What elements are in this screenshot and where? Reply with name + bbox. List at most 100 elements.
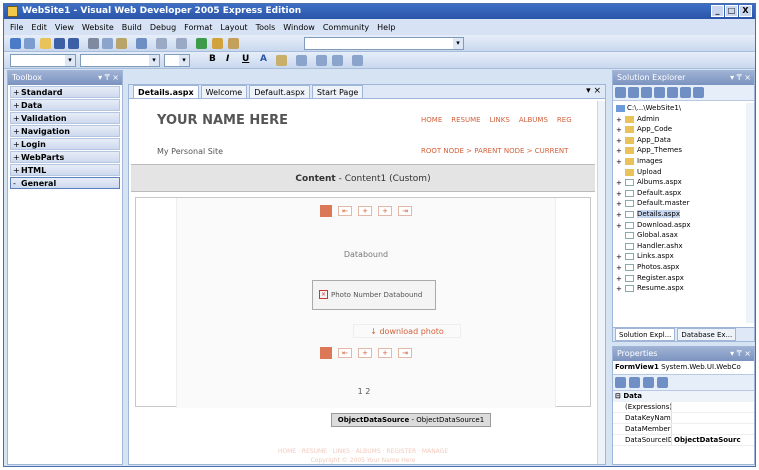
pin-close-icons[interactable]: ▾ ₸ × xyxy=(730,71,751,85)
first-page-icon[interactable]: ⇤ xyxy=(338,348,352,358)
menu-website[interactable]: Website xyxy=(82,23,114,32)
tree-item-register-aspx[interactable]: + Register.aspx xyxy=(613,273,748,284)
last-page-icon[interactable]: ⇥ xyxy=(398,206,412,216)
toolbox-group-validation[interactable]: +Validation xyxy=(10,112,120,124)
pin-close-icons[interactable]: ▾ ₸ × xyxy=(730,347,751,361)
open-icon[interactable] xyxy=(40,38,51,49)
toolbox-icon[interactable] xyxy=(228,38,239,49)
font-color-button[interactable]: A xyxy=(260,54,267,64)
tree-item-default-master[interactable]: + Default.master xyxy=(613,198,748,209)
hyperlink-icon[interactable] xyxy=(352,55,363,66)
download-photo-link[interactable]: ↓ download photo xyxy=(353,324,461,338)
bold-button[interactable]: B xyxy=(209,54,216,64)
tree-item-app-data[interactable]: + App_Data xyxy=(613,135,748,146)
tree-item-default-aspx[interactable]: + Default.aspx xyxy=(613,188,748,199)
numbered-list-icon[interactable] xyxy=(316,55,327,66)
toolbox-group-login[interactable]: +Login xyxy=(10,138,120,150)
new-project-icon[interactable] xyxy=(24,38,35,49)
prev-page-icon[interactable]: + xyxy=(358,206,372,216)
alphabetical-icon[interactable] xyxy=(629,377,640,388)
close-button[interactable]: X xyxy=(739,5,752,17)
bulleted-list-icon[interactable] xyxy=(332,55,343,66)
property-row[interactable]: DataKeyName: xyxy=(613,413,754,424)
tree-item-details-aspx[interactable]: + Details.aspx xyxy=(613,209,748,220)
tree-item-resume-aspx[interactable]: + Resume.aspx xyxy=(613,283,748,294)
nav-home[interactable]: HOME xyxy=(421,116,442,124)
tree-item-app-code[interactable]: + App_Code xyxy=(613,124,748,135)
events-icon[interactable] xyxy=(657,377,668,388)
solution-explorer-scrollbar[interactable] xyxy=(746,103,754,323)
navigate-icon[interactable] xyxy=(176,38,187,49)
tab-details-aspx[interactable]: Details.aspx xyxy=(133,85,199,98)
tree-item-albums-aspx[interactable]: + Albums.aspx xyxy=(613,177,748,188)
tree-root[interactable]: C:\...\WebSite1\ xyxy=(613,103,748,114)
highlight-icon[interactable] xyxy=(276,55,287,66)
save-all-icon[interactable] xyxy=(68,38,79,49)
tree-item-links-aspx[interactable]: + Links.aspx xyxy=(613,251,748,262)
start-debug-icon[interactable] xyxy=(196,38,207,49)
tab-start-page[interactable]: Start Page xyxy=(311,85,364,98)
menu-help[interactable]: Help xyxy=(377,23,395,32)
menu-layout[interactable]: Layout xyxy=(220,23,247,32)
nest-files-icon[interactable] xyxy=(641,87,652,98)
menu-tools[interactable]: Tools xyxy=(256,23,276,32)
category-data[interactable]: ⊟ Data xyxy=(613,391,754,402)
last-page-icon[interactable]: ⇥ xyxy=(398,348,412,358)
toolbox-group-data[interactable]: +Data xyxy=(10,99,120,111)
toolbox-group-webparts[interactable]: +WebParts xyxy=(10,151,120,163)
toolbox-group-html[interactable]: +HTML xyxy=(10,164,120,176)
font-combo[interactable]: ▾ xyxy=(80,54,160,67)
copy-website-icon[interactable] xyxy=(680,87,691,98)
chevron-down-icon[interactable]: ▾ xyxy=(149,55,159,66)
toolbox-group-general[interactable]: - General xyxy=(10,177,120,189)
align-icon[interactable] xyxy=(296,55,307,66)
formview-control[interactable]: ⇤ + + ⇥ Databound ↓ download photo ⇤ + +… xyxy=(135,197,591,408)
nav-resume[interactable]: RESUME xyxy=(451,116,480,124)
first-page-icon[interactable]: ⇤ xyxy=(338,206,352,216)
menu-community[interactable]: Community xyxy=(323,23,369,32)
object-data-source[interactable]: ObjectDataSource - ObjectDataSource1 xyxy=(331,413,491,427)
pin-close-icons[interactable]: ▾ ₸ × xyxy=(98,71,119,85)
property-row[interactable]: DataMember xyxy=(613,424,754,435)
view-designer-icon[interactable] xyxy=(667,87,678,98)
prev-page-icon[interactable]: + xyxy=(358,348,372,358)
maximize-button[interactable]: □ xyxy=(725,5,738,17)
save-icon[interactable] xyxy=(54,38,65,49)
tree-item-global-asax[interactable]: Global.asax xyxy=(613,230,748,241)
refresh-icon[interactable] xyxy=(628,87,639,98)
tree-item-app-themes[interactable]: + App_Themes xyxy=(613,145,748,156)
document-scrollbar[interactable] xyxy=(597,101,605,464)
content-placeholder-bar[interactable]: Content - Content1 (Custom) xyxy=(131,164,595,192)
next-page-icon[interactable]: + xyxy=(378,206,392,216)
cut-icon[interactable] xyxy=(88,38,99,49)
asp-config-icon[interactable] xyxy=(693,87,704,98)
find-combo[interactable]: ▾ xyxy=(304,37,464,50)
toolbox-group-standard[interactable]: +Standard xyxy=(10,86,120,98)
properties-icon[interactable] xyxy=(615,87,626,98)
menu-view[interactable]: View xyxy=(55,23,74,32)
nav-register[interactable]: REG xyxy=(557,116,572,124)
tree-item-admin[interactable]: + Admin xyxy=(613,114,748,125)
run-icon[interactable] xyxy=(10,38,21,49)
underline-button[interactable]: U xyxy=(242,54,249,64)
tab-default-aspx[interactable]: Default.aspx xyxy=(249,85,310,98)
tree-item-upload[interactable]: Upload xyxy=(613,167,748,178)
tab-solution-explorer[interactable]: Solution Expl... xyxy=(615,328,676,341)
view-code-icon[interactable] xyxy=(654,87,665,98)
size-combo[interactable]: ▾ xyxy=(164,54,190,67)
sitemap-path[interactable]: ROOT NODE > PARENT NODE > CURRENT xyxy=(421,147,568,155)
menu-window[interactable]: Window xyxy=(283,23,315,32)
chevron-down-icon[interactable]: ▾ xyxy=(179,55,189,66)
nav-albums[interactable]: ALBUMS xyxy=(519,116,548,124)
tab-welcome[interactable]: Welcome xyxy=(200,85,248,98)
properties-view-icon[interactable] xyxy=(643,377,654,388)
property-row[interactable]: DataSourceID ObjectDataSourc xyxy=(613,435,754,446)
menu-debug[interactable]: Debug xyxy=(150,23,176,32)
italic-button[interactable]: I xyxy=(226,54,229,64)
style-combo[interactable]: ▾ xyxy=(10,54,76,67)
toolbox-group-navigation[interactable]: +Navigation xyxy=(10,125,120,137)
design-surface[interactable]: YOUR NAME HERE HOME RESUME LINKS ALBUMS … xyxy=(131,101,597,464)
find-icon[interactable] xyxy=(212,38,223,49)
categorized-icon[interactable] xyxy=(615,377,626,388)
menu-format[interactable]: Format xyxy=(184,23,212,32)
